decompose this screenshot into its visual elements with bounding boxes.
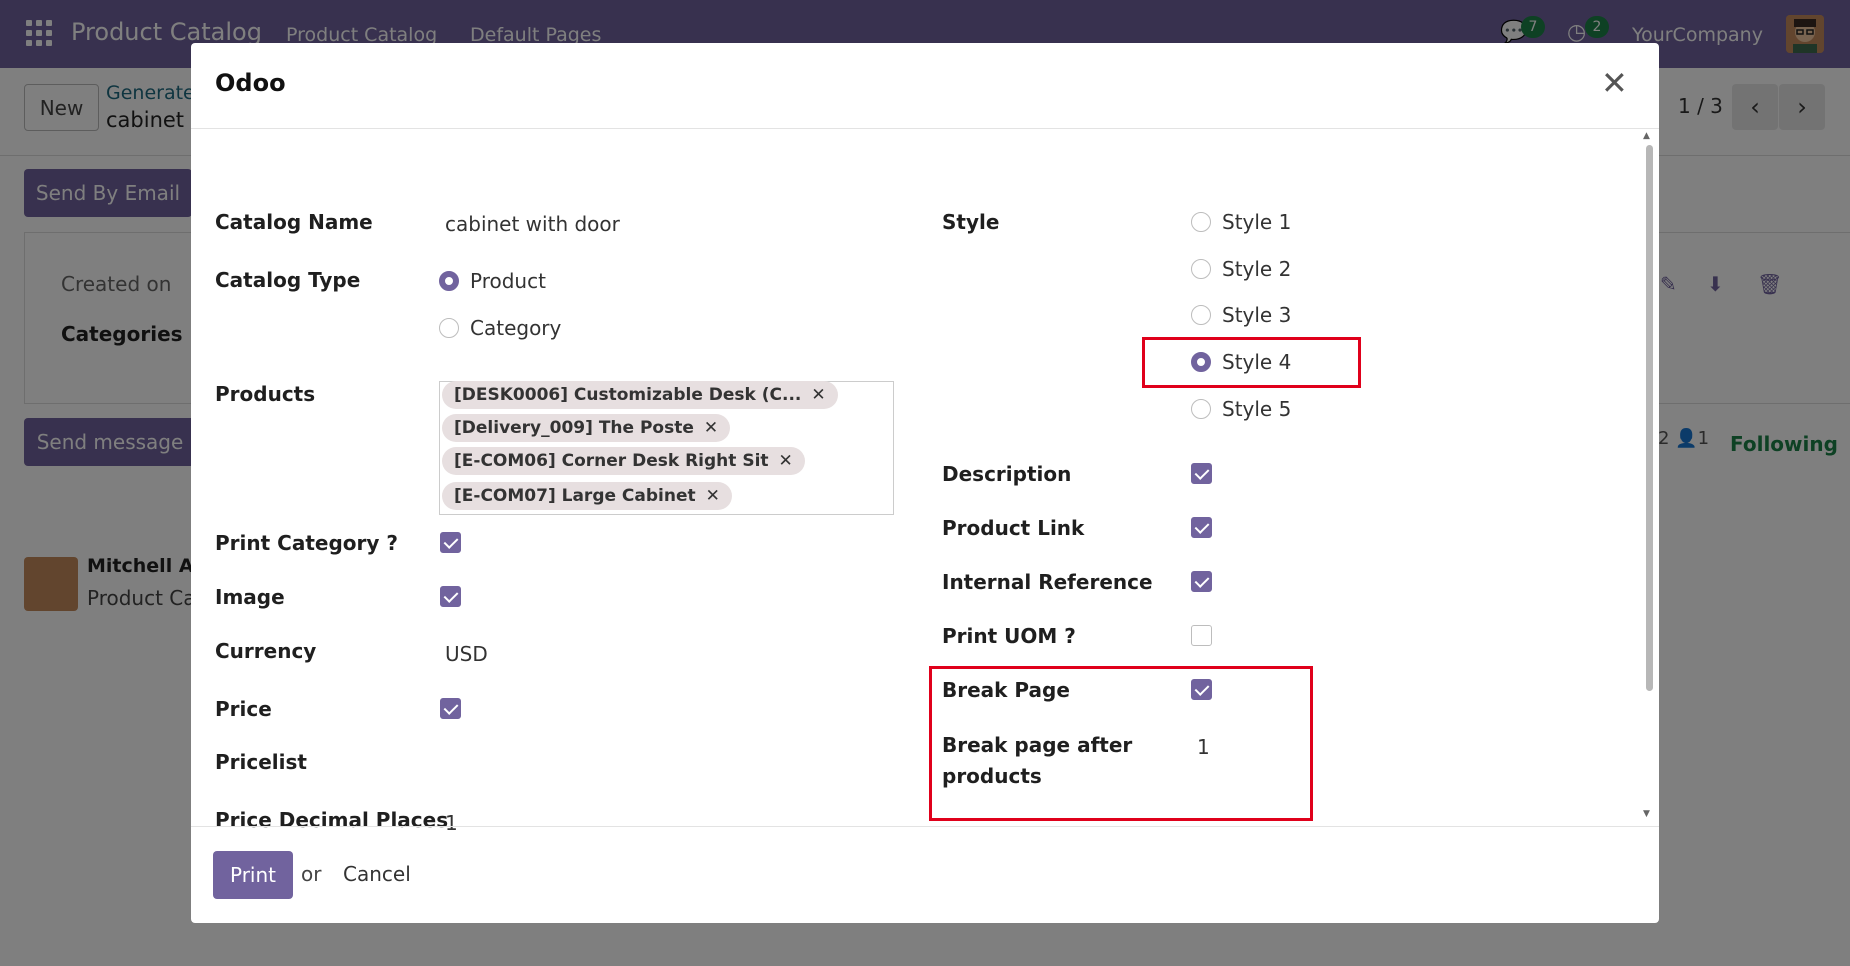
image-label: Image: [215, 585, 285, 609]
dialog-body: Catalog Name cabinet with door Catalog T…: [191, 129, 1659, 835]
product-tag: [DESK0006] Customizable Desk (C... ✕: [442, 381, 838, 409]
internal-reference-label: Internal Reference: [942, 570, 1153, 594]
description-checkbox[interactable]: [1191, 463, 1212, 484]
product-tag: [Delivery_009] The Poste ✕: [442, 414, 731, 442]
style-4-highlight: [1142, 337, 1361, 388]
remove-tag-icon[interactable]: ✕: [704, 418, 718, 438]
pricelist-field[interactable]: [445, 749, 885, 779]
print-button[interactable]: Print: [213, 851, 293, 899]
remove-tag-icon[interactable]: ✕: [811, 385, 825, 405]
catalog-type-product-label[interactable]: Product: [470, 268, 546, 294]
catalog-type-category-label[interactable]: Category: [470, 315, 561, 341]
dialog-footer: Print or Cancel: [191, 826, 1659, 923]
description-label: Description: [942, 462, 1072, 486]
price-checkbox[interactable]: [440, 698, 461, 719]
remove-tag-icon[interactable]: ✕: [779, 451, 793, 471]
print-category-checkbox[interactable]: [440, 532, 461, 553]
style-5-radio[interactable]: [1191, 399, 1211, 419]
or-separator: or: [301, 862, 322, 886]
product-link-checkbox[interactable]: [1191, 517, 1212, 538]
style-2-radio[interactable]: [1191, 259, 1211, 279]
print-uom-checkbox[interactable]: [1191, 625, 1212, 646]
product-link-label: Product Link: [942, 516, 1085, 540]
print-catalog-dialog: Odoo ✕ Catalog Name cabinet with door Ca…: [191, 43, 1659, 923]
style-1-label[interactable]: Style 1: [1222, 209, 1291, 235]
scroll-down-arrow[interactable]: ▼: [1643, 809, 1650, 819]
currency-field[interactable]: USD: [445, 639, 488, 669]
product-tag: [E-COM06] Corner Desk Right Sit ✕: [442, 447, 805, 475]
catalog-name-field[interactable]: cabinet with door: [445, 209, 620, 239]
products-label: Products: [215, 382, 316, 406]
print-uom-label: Print UOM ?: [942, 624, 1076, 648]
style-3-radio[interactable]: [1191, 305, 1211, 325]
style-label: Style: [942, 210, 1000, 234]
product-tag: [E-COM07] Large Cabinet ✕: [442, 482, 732, 510]
catalog-type-product-radio[interactable]: [439, 271, 459, 291]
style-1-radio[interactable]: [1191, 212, 1211, 232]
close-icon[interactable]: ✕: [1601, 67, 1628, 99]
print-category-label: Print Category ?: [215, 531, 398, 555]
dialog-title: Odoo: [215, 69, 286, 97]
internal-reference-checkbox[interactable]: [1191, 571, 1212, 592]
scroll-up-arrow[interactable]: ▲: [1643, 131, 1650, 141]
style-5-label[interactable]: Style 5: [1222, 396, 1291, 422]
break-page-highlight: [929, 666, 1313, 821]
dialog-scrollbar[interactable]: [1646, 145, 1653, 691]
currency-label: Currency: [215, 639, 317, 663]
price-label: Price: [215, 697, 272, 721]
pricelist-label: Pricelist: [215, 750, 307, 774]
catalog-type-category-radio[interactable]: [439, 318, 459, 338]
catalog-type-label: Catalog Type: [215, 268, 361, 292]
cancel-button[interactable]: Cancel: [343, 862, 411, 886]
image-checkbox[interactable]: [440, 586, 461, 607]
remove-tag-icon[interactable]: ✕: [706, 486, 720, 506]
catalog-name-label: Catalog Name: [215, 210, 373, 234]
style-2-label[interactable]: Style 2: [1222, 256, 1291, 282]
dialog-header: Odoo ✕: [191, 43, 1659, 129]
style-3-label[interactable]: Style 3: [1222, 302, 1291, 328]
